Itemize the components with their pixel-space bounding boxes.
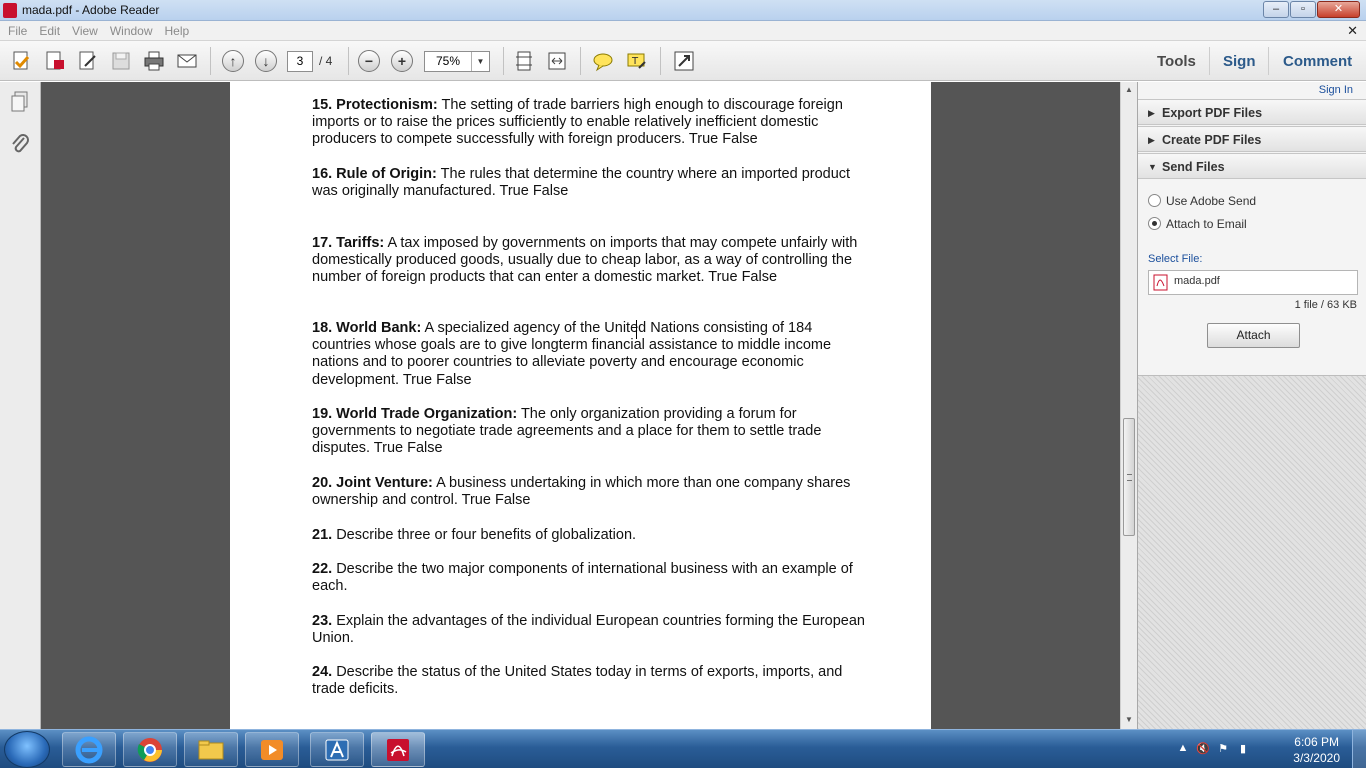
previous-page-button[interactable]: ↑ — [221, 49, 245, 73]
svg-text:T: T — [631, 56, 639, 67]
fit-page-icon[interactable] — [512, 49, 536, 73]
text-cursor — [636, 320, 637, 339]
create-pdf-icon[interactable] — [9, 49, 33, 73]
question-20: 20. Joint Venture: A business undertakin… — [312, 475, 851, 509]
attach-to-email-label: Attach to Email — [1166, 217, 1247, 231]
attach-button[interactable]: Attach — [1207, 323, 1300, 348]
zoom-out-button[interactable]: − — [357, 49, 381, 73]
next-page-button[interactable]: ↓ — [254, 49, 278, 73]
page-thumbnails-icon[interactable] — [9, 90, 31, 114]
show-desktop-button[interactable] — [1352, 730, 1366, 768]
window-title-bar: mada.pdf - Adobe Reader – ▫ ✕ — [0, 0, 1366, 21]
document-viewer[interactable]: 15. Protectionism: The setting of trade … — [41, 82, 1120, 729]
menu-window[interactable]: Window — [110, 24, 153, 38]
sign-in-link[interactable]: Sign In — [1319, 84, 1353, 96]
question-15: 15. Protectionism: The setting of trade … — [312, 97, 843, 148]
toolbar: ↑ ↓ 3 / 4 − + 75% ▼ T Tools Sign Comment — [0, 41, 1366, 81]
combine-files-icon[interactable] — [43, 49, 67, 73]
adobe-reader-icon — [3, 3, 17, 18]
menu-bar: File Edit View Window Help ✕ — [0, 21, 1366, 41]
volume-muted-icon[interactable]: 🔇 — [1196, 742, 1210, 756]
select-file-label: Select File: — [1148, 253, 1203, 265]
scroll-down-arrow-icon[interactable]: ▼ — [1125, 715, 1133, 724]
windows-taskbar: ▲ 🔇 ⚑ ▮ 6:06 PM 3/3/2020 — [0, 729, 1366, 768]
file-name: mada.pdf — [1174, 275, 1220, 287]
question-21: 21. Describe three or four benefits of g… — [312, 527, 637, 543]
network-signal-icon[interactable]: ▮ — [1236, 742, 1250, 756]
sticky-note-icon[interactable] — [591, 49, 615, 73]
action-center-icon[interactable]: ⚑ — [1216, 742, 1230, 756]
collapse-arrow-icon: ▼ — [1148, 162, 1157, 172]
question-23: 23. Explain the advantages of the indivi… — [312, 613, 865, 647]
question-16: 16. Rule of Origin: The rules that deter… — [312, 166, 851, 200]
clock[interactable]: 6:06 PM 3/3/2020 — [1293, 734, 1340, 766]
close-document-icon[interactable]: ✕ — [1347, 23, 1358, 39]
clock-time: 6:06 PM — [1294, 735, 1339, 749]
minimize-button[interactable]: – — [1263, 1, 1289, 18]
zoom-in-button[interactable]: + — [390, 49, 414, 73]
media-player-icon[interactable] — [245, 732, 299, 767]
chrome-icon[interactable] — [123, 732, 177, 767]
expand-arrow-icon: ▶ — [1148, 108, 1155, 118]
adobe-reader-taskbar-icon[interactable] — [371, 732, 425, 767]
question-22: 22. Describe the two major components of… — [312, 561, 853, 595]
print-icon[interactable] — [142, 49, 166, 73]
file-info: 1 file / 63 KB — [1294, 299, 1357, 311]
radio-use-adobe-send[interactable] — [1148, 194, 1161, 207]
comment-link[interactable]: Comment — [1283, 53, 1352, 70]
fit-width-icon[interactable] — [545, 49, 569, 73]
tools-link[interactable]: Tools — [1157, 53, 1196, 70]
menu-help[interactable]: Help — [165, 24, 190, 38]
question-19: 19. World Trade Organization: The only o… — [312, 406, 822, 457]
email-icon[interactable] — [175, 49, 199, 73]
maximize-button[interactable]: ▫ — [1290, 1, 1316, 18]
pdf-page: 15. Protectionism: The setting of trade … — [230, 82, 931, 729]
scrollbar-thumb[interactable] — [1123, 418, 1135, 536]
use-adobe-send-label: Use Adobe Send — [1166, 194, 1257, 208]
zoom-select[interactable]: 75% ▼ — [424, 51, 490, 72]
page-number-input[interactable]: 3 — [287, 51, 313, 72]
panel-export-pdf[interactable]: ▶ Export PDF Files — [1138, 99, 1366, 125]
menu-view[interactable]: View — [72, 24, 98, 38]
show-hidden-icons-icon[interactable]: ▲ — [1176, 742, 1190, 756]
file-explorer-icon[interactable] — [184, 732, 238, 767]
clock-date: 3/3/2020 — [1293, 751, 1340, 765]
zoom-value: 75% — [435, 54, 461, 68]
panel-create-pdf[interactable]: ▶ Create PDF Files — [1138, 126, 1366, 152]
sign-link[interactable]: Sign — [1223, 53, 1256, 70]
edit-pdf-icon[interactable] — [76, 49, 100, 73]
tools-pane: Sign In ▶ Export PDF Files ▶ Create PDF … — [1137, 82, 1366, 729]
expand-arrow-icon: ▶ — [1148, 135, 1155, 145]
pdf-file-icon — [1153, 274, 1168, 291]
menu-file[interactable]: File — [8, 24, 27, 38]
window-title: mada.pdf - Adobe Reader — [22, 3, 160, 17]
panel-send-files[interactable]: ▼ Send Files — [1138, 153, 1366, 179]
question-24: 24. Describe the status of the United St… — [312, 664, 843, 698]
app-a-icon[interactable] — [310, 732, 364, 767]
radio-attach-to-email[interactable] — [1148, 217, 1161, 230]
navigation-pane — [0, 82, 41, 729]
attachments-icon[interactable] — [9, 132, 31, 156]
page-total: / 4 — [319, 54, 333, 68]
system-tray: ▲ 🔇 ⚑ ▮ 6:06 PM 3/3/2020 — [1176, 730, 1366, 768]
save-icon[interactable] — [109, 49, 133, 73]
vertical-scrollbar[interactable]: ▲ ▼ — [1120, 82, 1137, 729]
question-17: 17. Tariffs: A tax imposed by government… — [312, 235, 858, 286]
internet-explorer-icon[interactable] — [62, 732, 116, 767]
selected-file-field[interactable]: mada.pdf — [1148, 270, 1358, 295]
start-button[interactable] — [4, 731, 50, 768]
chevron-down-icon[interactable]: ▼ — [471, 52, 489, 71]
close-button[interactable]: ✕ — [1317, 1, 1360, 18]
highlight-text-icon[interactable]: T — [624, 49, 648, 73]
question-18: 18. World Bank: A specialized agency of … — [312, 320, 832, 388]
scroll-up-arrow-icon[interactable]: ▲ — [1125, 85, 1133, 94]
full-screen-icon[interactable] — [672, 49, 696, 73]
menu-edit[interactable]: Edit — [39, 24, 60, 38]
